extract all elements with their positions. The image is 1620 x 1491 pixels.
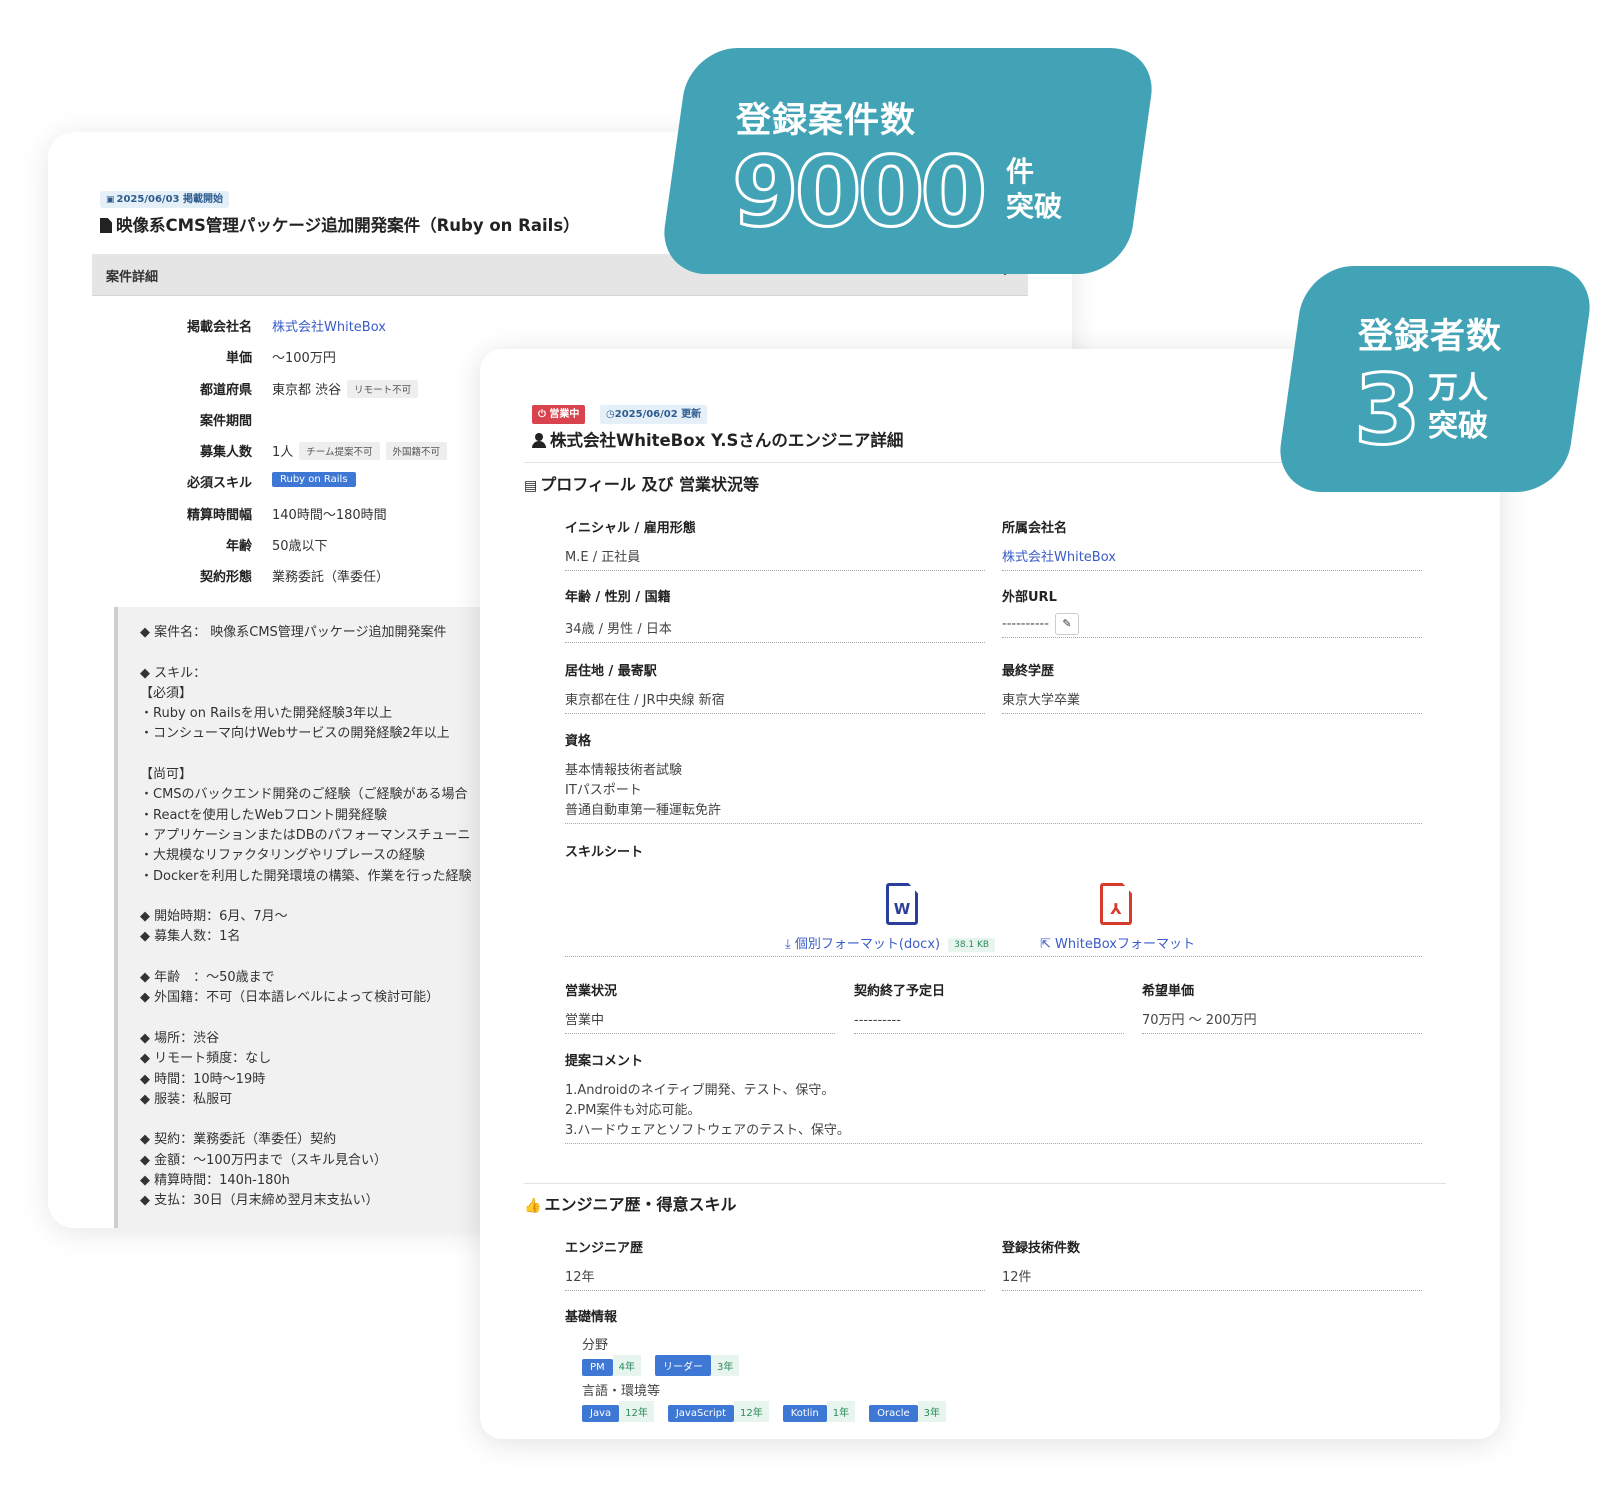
calendar-icon: ▣ (106, 195, 115, 205)
power-icon: ⏻ (538, 409, 550, 420)
description-text: ◆ 案件名： 映像系CMS管理パッケージ追加開発案件 ◆ スキル： 【必須】 ・… (140, 625, 472, 1209)
users-title: 登録者数 (1358, 317, 1503, 357)
row-company: 掲載会社名 株式会社WhiteBox (186, 320, 386, 335)
qualification-field: 資格 基本情報技術者試験 ITパスポート 普通自動車第一種運転免許 (565, 730, 1422, 824)
job-description: ◆ 案件名： 映像系CMS管理パッケージ追加開発案件 ◆ スキル： 【必須】 ・… (114, 607, 534, 1228)
lang-sub-label: 言語・環境等 (582, 1384, 661, 1399)
status-badge: ⏻ 営業中 (532, 405, 586, 424)
engineer-detail-card: ⏻ 営業中 ◷2025/06/02 更新 株式会社WhiteBox Y.Sさんの… (480, 349, 1500, 1439)
career-field: エンジニア歴 12年 (565, 1237, 985, 1291)
chip-kotlin[interactable]: Kotlin (782, 1405, 827, 1422)
clock-icon: ◷ (606, 409, 615, 420)
engineer-title: 株式会社WhiteBox Y.Sさんのエンジニア詳細 (532, 427, 903, 451)
residence-field: 居住地 / 最寄駅 東京都在住 / JR中央線 新宿 (565, 660, 985, 714)
whitebox-format-link[interactable]: ⇱ WhiteBoxフォーマット (1040, 933, 1195, 952)
pdf-file-icon[interactable]: ⅄ (1100, 883, 1132, 925)
thumbs-up-icon: 👍 (524, 1198, 542, 1214)
projects-suffix: 件 突破 (1006, 155, 1063, 223)
file-icon (100, 218, 112, 233)
field-sub-label: 分野 (582, 1338, 609, 1353)
skill-tag[interactable]: Ruby on Rails (272, 472, 356, 488)
docx-download-link[interactable]: ⤓ 個別フォーマット(docx) 38.1 KB (785, 933, 996, 952)
basic-info-label: 基礎情報 (565, 1310, 618, 1325)
company-field: 所属会社名 株式会社WhiteBox (1002, 517, 1422, 571)
job-title: 映像系CMS管理パッケージ追加開発案件（Ruby on Rails） (100, 212, 580, 236)
chip-javascript[interactable]: JavaScript (667, 1405, 734, 1422)
posted-date-badge: ▣ 2025/06/03 掲載開始 (100, 191, 229, 208)
url-field: 外部URL ---------- ✎ (1002, 586, 1422, 638)
education-field: 最終学歴 東京大学卒業 (1002, 660, 1422, 714)
tech-count-field: 登録技術件数 12件 (1002, 1237, 1422, 1291)
projects-number: 9000 (731, 135, 985, 250)
skillsheet-field: スキルシート (565, 845, 644, 860)
projects-count-bubble: 登録案件数 9000 件 突破 (658, 48, 1158, 274)
field-chips: PM 4年 リーダー 3年 (582, 1355, 753, 1376)
external-link-icon: ⇱ (1040, 937, 1056, 952)
word-file-icon[interactable]: W (886, 883, 918, 925)
age-field: 年齢 / 性別 / 国籍 34歳 / 男性 / 日本 (565, 586, 985, 643)
team-tag: チーム提案不可 (299, 442, 380, 461)
company-link[interactable]: 株式会社WhiteBox (1002, 550, 1116, 565)
sales-status-field: 営業状況 営業中 (565, 980, 835, 1034)
contract-end-field: 契約終了予定日 ---------- (854, 980, 1124, 1034)
profile-section-title: ▤ プロフィール 及び 営業状況等 (524, 475, 760, 494)
id-card-icon: ▤ (524, 478, 538, 494)
file-size-badge: 38.1 KB (948, 938, 996, 952)
lang-chips: Java 12年 JavaScript 12年 Kotlin 1年 Oracle 3年 (582, 1401, 960, 1422)
skill-section-title: 👍 エンジニア歴・得意スキル (524, 1195, 737, 1214)
updated-badge: ◷2025/06/02 更新 (600, 405, 708, 424)
comment-field: 提案コメント 1.Androidのネイティブ開発、テスト、保守。 2.PM案件も… (565, 1050, 1422, 1144)
chip-pm[interactable]: PM (582, 1359, 613, 1376)
desired-price-field: 希望単価 70万円 〜 200万円 (1142, 980, 1422, 1034)
divider (524, 1183, 1446, 1184)
edit-icon[interactable]: ✎ (1054, 613, 1079, 635)
remote-tag: リモート不可 (347, 379, 419, 398)
users-number: 3 (1353, 353, 1423, 468)
users-suffix: 万人 突破 (1428, 371, 1488, 444)
company-link[interactable]: 株式会社WhiteBox (272, 320, 386, 335)
chip-leader[interactable]: リーダー (655, 1355, 712, 1376)
foreign-tag: 外国籍不可 (385, 442, 448, 461)
skillsheet-underline (565, 956, 1422, 957)
user-icon (532, 433, 546, 448)
chip-oracle[interactable]: Oracle (869, 1405, 918, 1422)
download-icon: ⤓ (785, 937, 795, 952)
chip-java[interactable]: Java (582, 1405, 620, 1422)
users-count-bubble: 登録者数 3 万人 突破 (1274, 266, 1596, 492)
initial-field: イニシャル / 雇用形態 M.E / 正社員 (565, 517, 985, 571)
